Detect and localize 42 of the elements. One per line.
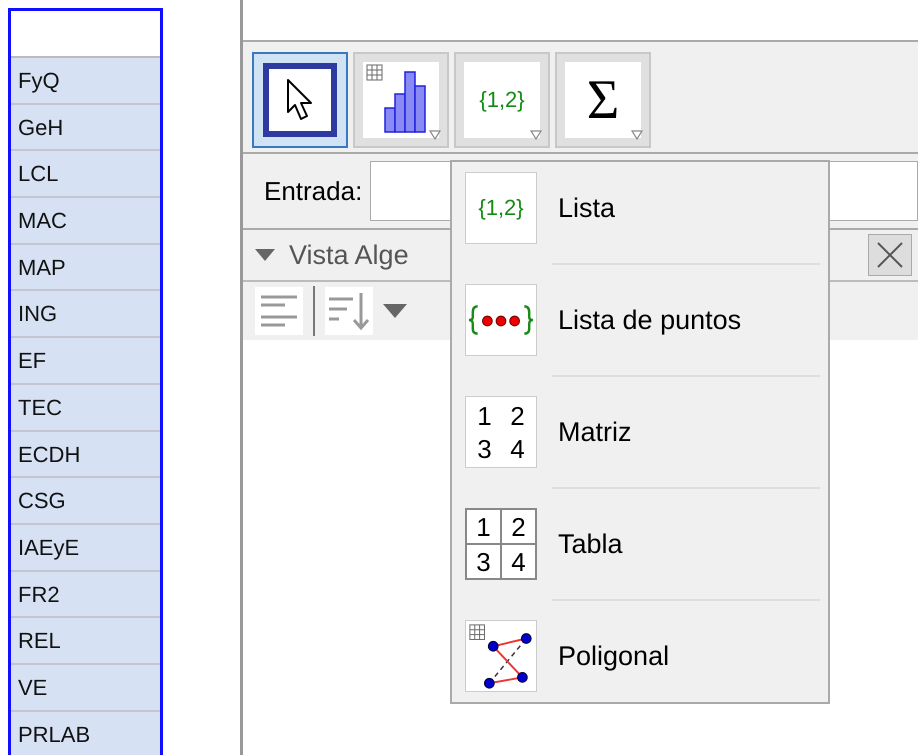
menu-item[interactable]: {1,2} Lista [452, 172, 828, 244]
table-cell: PRLAB [11, 712, 160, 755]
polyline-icon [465, 620, 537, 692]
table-cell: ECDH [11, 432, 160, 478]
pointer-icon [262, 62, 338, 138]
close-icon [875, 240, 905, 270]
table-cell: VE [11, 664, 160, 712]
point-list-icon [465, 284, 537, 356]
table-cell: MAP [11, 244, 160, 292]
spreadsheet-column[interactable]: FyQ GeH LCL MAC MAP ING EF TEC ECDH CSG IAEyE FR2 REL VE PRLAB [8, 8, 163, 755]
table-cell: GeH [11, 104, 160, 152]
list-icon: {1,2} [465, 172, 537, 244]
menu-item[interactable]: 1 2 3 4 Tabla [452, 508, 828, 580]
table-cell: MAC [11, 198, 160, 245]
caret-icon[interactable] [255, 249, 275, 261]
table-cell: TEC [11, 384, 160, 432]
table-cell: CSG [11, 478, 160, 525]
table-cell: REL [11, 618, 160, 665]
tool-button[interactable]: Σ [555, 52, 651, 148]
input-label: Entrada: [264, 176, 362, 206]
table-cell: IAEyE [11, 524, 160, 572]
list-icon: {1,2} [464, 62, 540, 138]
bar-chart-icon [363, 62, 439, 138]
table-icon: 1 2 3 4 [465, 508, 537, 580]
table-cell: FyQ [11, 58, 160, 105]
close-button[interactable] [868, 234, 912, 276]
table-cell: ING [11, 291, 160, 338]
menu-item[interactable]: Poligonal [452, 620, 828, 692]
align-icon[interactable] [255, 287, 303, 335]
caret-icon[interactable] [383, 304, 407, 318]
menu-item[interactable]: 1 2 3 4 Matriz [452, 396, 828, 468]
tool-button[interactable] [252, 52, 348, 148]
matrix-icon: 1 2 3 4 [465, 396, 537, 468]
table-cell: EF [11, 338, 160, 385]
tool-button[interactable]: {1,2} [454, 52, 550, 148]
sort-icon[interactable] [325, 287, 373, 335]
menu-item[interactable]: Lista de puntos [452, 284, 828, 356]
table-cell: LCL [11, 151, 160, 198]
view-title: Vista Alge [289, 240, 409, 270]
sum-icon: Σ [565, 62, 641, 138]
table-cell: FR2 [11, 572, 160, 618]
tool-button[interactable] [353, 52, 449, 148]
